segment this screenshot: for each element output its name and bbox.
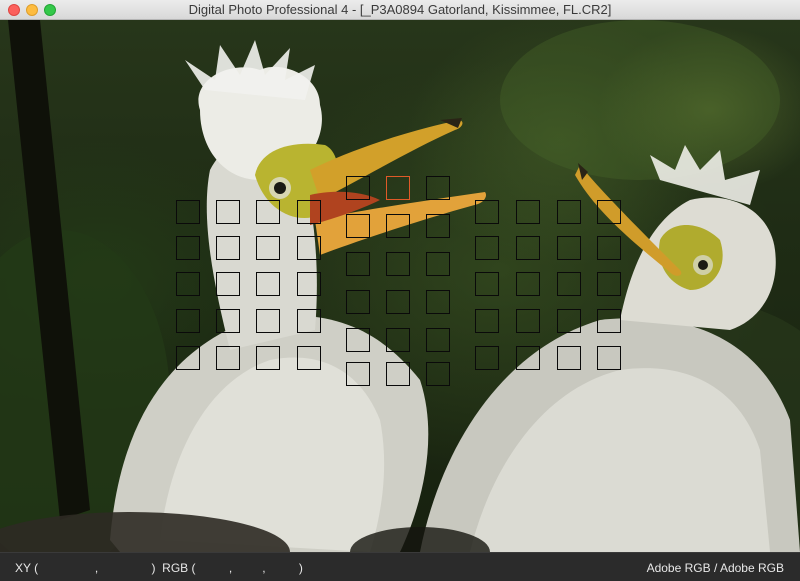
af-point <box>516 200 540 224</box>
af-point <box>426 252 450 276</box>
af-point <box>346 252 370 276</box>
status-bar: XY ( , ) RGB ( , , ) Adobe RGB / Adobe R… <box>0 552 800 581</box>
af-point <box>557 272 581 296</box>
window-title: Digital Photo Professional 4 - [_P3A0894… <box>188 2 612 17</box>
af-point <box>516 346 540 370</box>
af-point <box>346 328 370 352</box>
af-point <box>297 272 321 296</box>
af-point <box>516 236 540 260</box>
af-point <box>176 272 200 296</box>
af-point <box>475 200 499 224</box>
af-point <box>176 200 200 224</box>
af-point <box>176 309 200 333</box>
af-point <box>597 309 621 333</box>
af-point <box>386 362 410 386</box>
af-point <box>426 290 450 314</box>
xy-separator: , <box>94 561 99 575</box>
af-point <box>297 346 321 370</box>
rgb-separator-2: , <box>262 561 266 575</box>
af-point <box>475 236 499 260</box>
af-point <box>176 346 200 370</box>
af-point <box>386 214 410 238</box>
af-point <box>426 328 450 352</box>
af-point <box>216 272 240 296</box>
title-bar[interactable]: Digital Photo Professional 4 - [_P3A0894… <box>0 0 800 20</box>
rgb-close: ) <box>298 561 303 575</box>
af-point <box>597 346 621 370</box>
af-point <box>516 272 540 296</box>
af-point <box>557 309 581 333</box>
af-point <box>216 200 240 224</box>
af-point <box>597 272 621 296</box>
af-point <box>297 200 321 224</box>
pixel-readout: XY ( , ) RGB ( , , ) <box>15 561 303 575</box>
image-viewer[interactable] <box>0 20 800 552</box>
af-point <box>557 200 581 224</box>
af-point <box>256 309 280 333</box>
af-point <box>386 252 410 276</box>
af-point <box>346 214 370 238</box>
rgb-separator-1: , <box>228 561 233 575</box>
af-point <box>346 176 370 200</box>
af-point <box>297 309 321 333</box>
af-point <box>426 176 450 200</box>
af-point <box>216 309 240 333</box>
af-point <box>386 290 410 314</box>
af-point <box>426 214 450 238</box>
xy-close: ) <box>151 561 156 575</box>
af-point <box>475 272 499 296</box>
af-point <box>346 290 370 314</box>
af-point <box>557 346 581 370</box>
af-point <box>297 236 321 260</box>
af-point <box>597 236 621 260</box>
af-point <box>216 346 240 370</box>
af-point-overlay <box>0 20 800 552</box>
af-point <box>557 236 581 260</box>
af-point <box>256 236 280 260</box>
af-point <box>386 328 410 352</box>
af-point <box>475 309 499 333</box>
af-point <box>597 200 621 224</box>
af-point <box>176 236 200 260</box>
af-point <box>256 272 280 296</box>
af-point <box>386 176 410 200</box>
af-point <box>216 236 240 260</box>
af-point <box>256 200 280 224</box>
app-window: Digital Photo Professional 4 - [_P3A0894… <box>0 0 800 581</box>
af-point <box>475 346 499 370</box>
af-point <box>256 346 280 370</box>
af-point <box>516 309 540 333</box>
af-point <box>426 362 450 386</box>
af-point <box>346 362 370 386</box>
color-space-label: Adobe RGB / Adobe RGB <box>646 561 784 575</box>
xy-label: XY ( <box>15 561 39 575</box>
rgb-label: RGB ( <box>162 561 196 575</box>
